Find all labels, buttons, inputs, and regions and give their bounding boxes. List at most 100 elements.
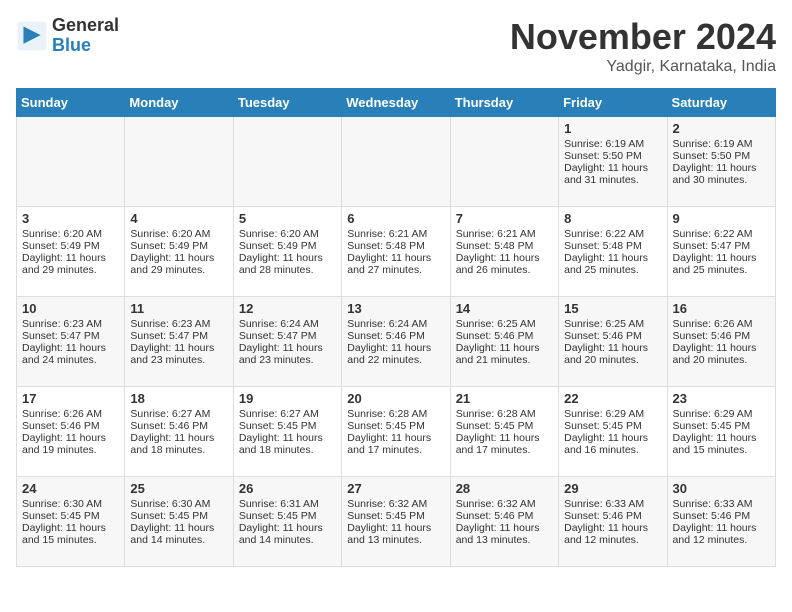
day-info: Sunset: 5:46 PM (456, 330, 553, 342)
calendar-cell: 19Sunrise: 6:27 AMSunset: 5:45 PMDayligh… (233, 387, 341, 477)
calendar-cell: 20Sunrise: 6:28 AMSunset: 5:45 PMDayligh… (342, 387, 450, 477)
calendar-cell: 2Sunrise: 6:19 AMSunset: 5:50 PMDaylight… (667, 117, 775, 207)
day-info: Sunrise: 6:29 AM (673, 408, 770, 420)
day-info: Sunset: 5:46 PM (22, 420, 119, 432)
col-header-thursday: Thursday (450, 89, 558, 117)
calendar-cell: 29Sunrise: 6:33 AMSunset: 5:46 PMDayligh… (559, 477, 667, 567)
day-info: Sunset: 5:48 PM (564, 240, 661, 252)
day-number: 5 (239, 211, 336, 226)
logo: ▶ General Blue (16, 16, 119, 56)
day-number: 20 (347, 391, 444, 406)
logo-blue-text: Blue (52, 35, 91, 55)
day-number: 1 (564, 121, 661, 136)
day-info: Sunset: 5:45 PM (239, 420, 336, 432)
calendar-week-row: 10Sunrise: 6:23 AMSunset: 5:47 PMDayligh… (17, 297, 776, 387)
day-number: 16 (673, 301, 770, 316)
calendar-cell: 4Sunrise: 6:20 AMSunset: 5:49 PMDaylight… (125, 207, 233, 297)
calendar-cell: 1Sunrise: 6:19 AMSunset: 5:50 PMDaylight… (559, 117, 667, 207)
calendar-cell: 3Sunrise: 6:20 AMSunset: 5:49 PMDaylight… (17, 207, 125, 297)
calendar-cell (342, 117, 450, 207)
day-info: Sunset: 5:46 PM (564, 510, 661, 522)
calendar-cell (125, 117, 233, 207)
calendar-cell (233, 117, 341, 207)
day-info: Sunrise: 6:26 AM (22, 408, 119, 420)
day-info: Sunset: 5:48 PM (456, 240, 553, 252)
calendar-week-row: 17Sunrise: 6:26 AMSunset: 5:46 PMDayligh… (17, 387, 776, 477)
day-info: Daylight: 11 hours and 12 minutes. (564, 522, 661, 546)
day-info: Sunset: 5:45 PM (239, 510, 336, 522)
day-number: 25 (130, 481, 227, 496)
day-info: Sunrise: 6:23 AM (130, 318, 227, 330)
day-info: Daylight: 11 hours and 16 minutes. (564, 432, 661, 456)
day-info: Sunset: 5:46 PM (347, 330, 444, 342)
day-info: Sunrise: 6:25 AM (456, 318, 553, 330)
calendar-cell: 24Sunrise: 6:30 AMSunset: 5:45 PMDayligh… (17, 477, 125, 567)
day-number: 27 (347, 481, 444, 496)
day-info: Sunset: 5:45 PM (673, 420, 770, 432)
day-info: Daylight: 11 hours and 13 minutes. (347, 522, 444, 546)
day-info: Sunset: 5:45 PM (347, 510, 444, 522)
calendar-cell: 13Sunrise: 6:24 AMSunset: 5:46 PMDayligh… (342, 297, 450, 387)
day-number: 2 (673, 121, 770, 136)
day-number: 29 (564, 481, 661, 496)
day-info: Sunrise: 6:32 AM (456, 498, 553, 510)
calendar-cell: 30Sunrise: 6:33 AMSunset: 5:46 PMDayligh… (667, 477, 775, 567)
day-info: Daylight: 11 hours and 18 minutes. (130, 432, 227, 456)
day-info: Daylight: 11 hours and 12 minutes. (673, 522, 770, 546)
day-info: Daylight: 11 hours and 19 minutes. (22, 432, 119, 456)
calendar-cell: 27 Sunrise: 6:32 AMSunset: 5:45 PMDayligh… (342, 477, 450, 567)
day-info: Sunset: 5:47 PM (22, 330, 119, 342)
day-info: Sunset: 5:45 PM (347, 420, 444, 432)
logo-icon: ▶ (16, 20, 48, 52)
calendar-cell: 6Sunrise: 6:21 AMSunset: 5:48 PMDaylight… (342, 207, 450, 297)
day-info: Daylight: 11 hours and 14 minutes. (239, 522, 336, 546)
calendar-cell: 22Sunrise: 6:29 AMSunset: 5:45 PMDayligh… (559, 387, 667, 477)
day-info: Daylight: 11 hours and 17 minutes. (347, 432, 444, 456)
day-info: Daylight: 11 hours and 17 minutes. (456, 432, 553, 456)
day-info: Sunrise: 6:30 AM (130, 498, 227, 510)
day-info: Sunset: 5:46 PM (673, 510, 770, 522)
day-info: Sunset: 5:45 PM (456, 420, 553, 432)
day-info: Sunrise: 6:21 AM (347, 228, 444, 240)
calendar-cell: 28Sunrise: 6:32 AMSunset: 5:46 PMDayligh… (450, 477, 558, 567)
day-info: Daylight: 11 hours and 20 minutes. (673, 342, 770, 366)
day-number: 14 (456, 301, 553, 316)
day-number: 19 (239, 391, 336, 406)
day-info: Sunrise: 6:23 AM (22, 318, 119, 330)
day-info: Daylight: 11 hours and 30 minutes. (673, 162, 770, 186)
calendar-cell: 26Sunrise: 6:31 AMSunset: 5:45 PMDayligh… (233, 477, 341, 567)
day-info: Sunset: 5:45 PM (130, 510, 227, 522)
calendar-cell: 9Sunrise: 6:22 AMSunset: 5:47 PMDaylight… (667, 207, 775, 297)
logo-general-text: General (52, 15, 119, 35)
day-info: Sunrise: 6:27 AM (239, 408, 336, 420)
day-number: 13 (347, 301, 444, 316)
col-header-sunday: Sunday (17, 89, 125, 117)
day-info: Daylight: 11 hours and 15 minutes. (22, 522, 119, 546)
day-info: Sunset: 5:50 PM (673, 150, 770, 162)
day-info: Sunrise: 6:24 AM (239, 318, 336, 330)
page-header: ▶ General Blue November 2024 Yadgir, Kar… (16, 16, 776, 76)
calendar-cell: 8Sunrise: 6:22 AMSunset: 5:48 PMDaylight… (559, 207, 667, 297)
day-number: 10 (22, 301, 119, 316)
day-number: 22 (564, 391, 661, 406)
day-info: Sunset: 5:50 PM (564, 150, 661, 162)
day-info: Daylight: 11 hours and 20 minutes. (564, 342, 661, 366)
day-info: Daylight: 11 hours and 14 minutes. (130, 522, 227, 546)
day-info: Daylight: 11 hours and 25 minutes. (564, 252, 661, 276)
day-info: Sunrise: 6:29 AM (564, 408, 661, 420)
day-info: Sunrise: 6:20 AM (22, 228, 119, 240)
col-header-wednesday: Wednesday (342, 89, 450, 117)
day-info: Sunset: 5:49 PM (130, 240, 227, 252)
day-info: Sunset: 5:46 PM (673, 330, 770, 342)
calendar-table: SundayMondayTuesdayWednesdayThursdayFrid… (16, 88, 776, 567)
day-info: Sunset: 5:48 PM (347, 240, 444, 252)
day-info: Sunrise: 6:26 AM (673, 318, 770, 330)
day-info: Sunrise: 6:24 AM (347, 318, 444, 330)
calendar-cell: 10Sunrise: 6:23 AMSunset: 5:47 PMDayligh… (17, 297, 125, 387)
day-number: 28 (456, 481, 553, 496)
day-info: Sunrise: 6:22 AM (673, 228, 770, 240)
calendar-week-row: 1Sunrise: 6:19 AMSunset: 5:50 PMDaylight… (17, 117, 776, 207)
day-info: Daylight: 11 hours and 29 minutes. (22, 252, 119, 276)
col-header-friday: Friday (559, 89, 667, 117)
day-info: Sunrise: 6:32 AM (347, 498, 444, 510)
